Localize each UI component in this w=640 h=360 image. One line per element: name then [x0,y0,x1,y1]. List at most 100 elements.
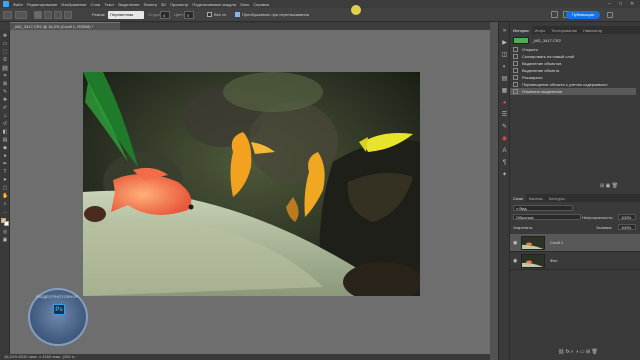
intersect-selection-icon[interactable] [64,11,72,19]
stamp-tool-icon[interactable]: ⊥ [2,114,8,119]
play-actions-icon[interactable]: ▶ [501,40,508,47]
brush-tool-icon[interactable]: ✐ [2,106,8,111]
layer-row[interactable]: ◉ Фон [510,252,640,270]
share-button[interactable]: Публикация [566,11,600,19]
color-input[interactable]: 0 [184,11,194,19]
document-tab[interactable]: _MG_3417.CR2 @ 16,2% (Слой 1, RGB/8) * [10,22,120,30]
menu-window[interactable]: Окно [240,2,249,7]
menu-layers[interactable]: Слои [91,2,101,7]
properties-icon[interactable]: ◫ [501,52,508,59]
swatches-icon[interactable]: ▦ [501,88,508,95]
history-item[interactable]: Скопировать на новый слой [510,53,636,60]
collapse-panels-icon[interactable]: » [501,28,508,35]
menu-3d[interactable]: 3D [161,2,166,7]
artboard-tool-icon[interactable]: ▭ [2,42,8,47]
tab-navigator[interactable]: Навигатор [580,26,605,34]
workspace-icon[interactable] [607,12,613,18]
layer-name: Слой 1 [550,240,564,245]
menu-help[interactable]: Справка [253,2,269,7]
marquee-tool-icon[interactable]: ⬚ [2,50,8,55]
blend-mode-dropdown[interactable]: Обычные [513,214,581,220]
shape-tool-icon[interactable]: ▢ [2,186,8,191]
gradient-tool-icon[interactable]: ▤ [2,138,8,143]
photoshop-logo-icon[interactable] [3,1,9,7]
frame-tool-icon[interactable]: ⊠ [2,82,8,87]
background-color-swatch[interactable] [4,221,9,226]
more-tools-icon[interactable]: … [2,210,8,215]
paths-icon[interactable]: ✎ [501,124,508,131]
snapshot-thumbnail [513,37,529,44]
menu-filter[interactable]: Фильтр [144,2,157,7]
blur-tool-icon[interactable]: ◆ [2,146,8,151]
tab-channels[interactable]: Каналы [526,194,546,202]
history-item[interactable]: Расширить [510,74,636,81]
screen-mode-icon[interactable]: ▣ [2,238,8,243]
tab-paths[interactable]: Контуры [546,194,568,202]
mode-dropdown[interactable]: Переменная [108,11,144,19]
menu-edit[interactable]: Редактирование [27,2,57,7]
path-selection-tool-icon[interactable]: ➤ [2,178,8,183]
plugins-icon[interactable]: ✦ [501,172,508,179]
visibility-eye-icon[interactable]: ◉ [513,258,517,264]
minimize-icon[interactable]: – [608,1,611,7]
tool-preset-picker[interactable] [15,11,27,19]
crop-tool-icon[interactable]: ⌗ [2,74,8,79]
new-selection-icon[interactable] [34,11,42,19]
menu-file[interactable]: Файл [13,2,23,7]
subtract-selection-icon[interactable] [54,11,62,19]
channels-icon[interactable]: ▤ [501,76,508,83]
tab-history[interactable]: История [510,26,532,34]
menu-image[interactable]: Изображение [61,2,86,7]
close-icon[interactable]: ✕ [630,1,634,7]
all-layers-checkbox[interactable] [207,12,212,17]
history-item[interactable]: Выделение объекта [510,67,636,74]
menu-plugins[interactable]: Подключаемые модули [192,2,236,7]
menu-text[interactable]: Текст [104,2,114,7]
history-item[interactable]: Выделение объектов [510,60,636,67]
history-step-icon [513,47,518,52]
maximize-icon[interactable]: □ [619,1,622,7]
search-icon[interactable] [551,11,558,18]
fill-input[interactable]: 100% [618,224,636,230]
healing-brush-tool-icon[interactable]: ✚ [2,98,8,103]
structure-input[interactable]: 4 [160,11,170,19]
menu-view[interactable]: Просмотр [170,2,188,7]
transform-on-drop-checkbox[interactable] [235,12,240,17]
eraser-tool-icon[interactable]: ◧ [2,130,8,135]
tab-testing[interactable]: Тестирование [548,26,580,34]
object-selection-tool-icon[interactable]: ⊡ [2,66,8,71]
dodge-tool-icon[interactable]: ● [2,154,8,159]
visibility-eye-icon[interactable]: ◉ [513,240,517,246]
record-icon[interactable]: ● [501,100,508,107]
hand-tool-icon[interactable]: ✋ [2,194,8,199]
quick-mask-icon[interactable]: ◎ [2,230,8,235]
shapes-icon[interactable]: ◉ [501,136,508,143]
menu-select[interactable]: Выделение [118,2,139,7]
zoom-tool-icon[interactable]: ⌕ [2,202,8,207]
history-snapshot[interactable]: _MG_3417.CR2 [510,37,636,44]
character-icon[interactable]: A [501,148,508,155]
aquarium-photo [83,72,420,296]
type-tool-icon[interactable]: T [2,170,8,175]
paragraph-icon[interactable]: ¶ [501,160,508,167]
document-image[interactable] [83,72,420,296]
opacity-input[interactable]: 100% [618,214,636,220]
libraries-icon[interactable]: ☰ [501,112,508,119]
move-tool-icon[interactable]: ✥ [2,34,8,39]
tab-layers[interactable]: Слои [510,194,526,202]
eyedropper-tool-icon[interactable]: ✎ [2,90,8,95]
adjustments-icon[interactable]: ◐ [501,64,508,71]
history-brush-tool-icon[interactable]: ↺ [2,122,8,127]
home-icon[interactable] [3,11,12,19]
history-item[interactable]: Перемещение области с учетом содержимого [510,81,636,88]
history-item[interactable]: Открыть [510,46,636,53]
pen-tool-icon[interactable]: ✒ [2,162,8,167]
layer-filter-dropdown[interactable]: ⌕ Вид [513,205,573,211]
right-panels: История Инфо Тестирование Навигатор _MG_… [510,22,640,360]
tab-info[interactable]: Инфо [532,26,549,34]
lasso-tool-icon[interactable]: ᘓ [2,58,8,63]
history-step-icon [513,54,518,59]
layer-row[interactable]: ◉ Слой 1 [510,234,640,252]
add-selection-icon[interactable] [44,11,52,19]
history-item-selected[interactable]: Отменить выделение [510,88,636,95]
